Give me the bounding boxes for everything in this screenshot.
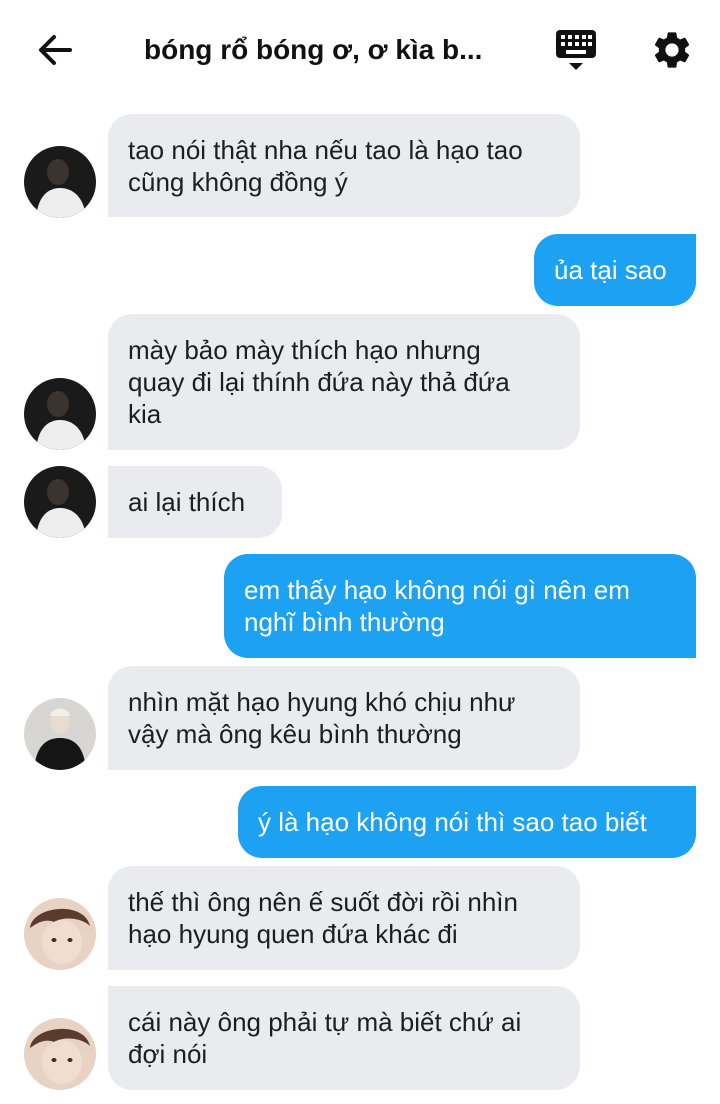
avatar[interactable] bbox=[24, 146, 96, 218]
message-bubble-incoming: nhìn mặt hạo hyung khó chịu như vậy mà ô… bbox=[108, 666, 580, 770]
avatar[interactable] bbox=[24, 466, 96, 538]
message-bubble-outgoing: em thấy hạo không nói gì nên em nghĩ bìn… bbox=[224, 554, 696, 658]
message-bubble-incoming: thế thì ông nên ế suốt đời rồi nhìn hạo … bbox=[108, 866, 580, 970]
chat-title: bóng rổ bóng ơ, ơ kìa b... bbox=[144, 34, 483, 65]
message-bubble-incoming: mày bảo mày thích hạo nhưng quay đi lại … bbox=[108, 314, 580, 450]
settings-gear-icon[interactable] bbox=[650, 28, 694, 72]
avatar[interactable] bbox=[24, 378, 96, 450]
message-bubble-outgoing: ủa tại sao bbox=[534, 234, 696, 306]
message-bubble-incoming: tao nói thật nha nếu tao là hạo tao cũng… bbox=[108, 114, 580, 217]
back-arrow-icon[interactable] bbox=[34, 28, 78, 72]
message-bubble-incoming: ai lại thích bbox=[108, 466, 282, 538]
avatar[interactable] bbox=[24, 698, 96, 770]
avatar[interactable] bbox=[24, 1018, 96, 1090]
avatar[interactable] bbox=[24, 898, 96, 970]
message-bubble-outgoing: ý là hạo không nói thì sao tao biết bbox=[238, 786, 696, 858]
keyboard-icon[interactable] bbox=[554, 28, 598, 74]
chat-header: bóng rổ bóng ơ, ơ kìa b... bbox=[0, 0, 720, 100]
message-bubble-incoming: cái này ông phải tự mà biết chứ ai đợi n… bbox=[108, 986, 580, 1090]
